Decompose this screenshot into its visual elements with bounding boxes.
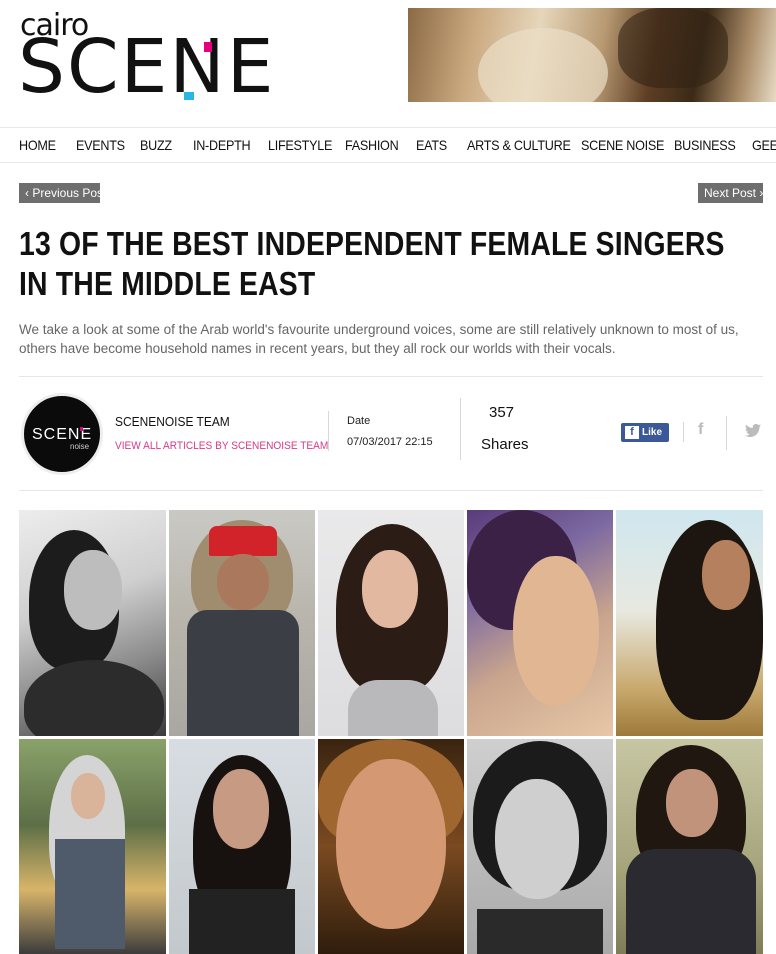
logo-pink-accent xyxy=(204,42,212,52)
previous-post-label: Previous Post xyxy=(32,186,107,200)
singer-photo xyxy=(169,510,315,736)
next-post-button[interactable]: Next Post › xyxy=(698,183,763,203)
photo-shape xyxy=(336,759,446,929)
nav-item-events[interactable]: EVENTS xyxy=(76,137,125,153)
nav-item-home[interactable]: HOME xyxy=(19,137,56,153)
nav-item-arts-culture[interactable]: ARTS & CULTURE xyxy=(467,137,571,153)
article-title: 13 OF THE BEST INDEPENDENT FEMALE SINGER… xyxy=(19,224,759,304)
nav-item-lifestyle[interactable]: LIFESTYLE xyxy=(268,137,332,153)
singer-photo xyxy=(616,510,763,736)
divider xyxy=(726,416,727,450)
photo-shape xyxy=(55,839,125,949)
photo-shape xyxy=(477,909,603,954)
author-avatar[interactable]: SCENE noise xyxy=(21,393,103,475)
photo-shape xyxy=(702,540,750,610)
photo-shape xyxy=(64,550,122,630)
nav-item-fashion[interactable]: FASHION xyxy=(345,137,399,153)
nav-item-eats[interactable]: EATS xyxy=(416,137,447,153)
photo-shape xyxy=(189,889,295,954)
divider xyxy=(460,398,461,460)
singer-photo xyxy=(467,510,613,736)
banner-shape xyxy=(478,28,608,102)
photo-shape xyxy=(217,554,269,610)
logo-scene-text: SCENE xyxy=(18,24,276,110)
divider xyxy=(19,376,763,377)
singer-photo xyxy=(19,510,166,736)
singer-photo xyxy=(19,739,166,954)
photo-shape xyxy=(213,769,269,849)
like-label: Like xyxy=(642,427,663,438)
photo-shape xyxy=(362,550,418,628)
view-all-articles-link[interactable]: VIEW ALL ARTICLES BY SCENENOISE TEAM xyxy=(115,440,328,452)
singer-photo xyxy=(616,739,763,954)
share-count: 357 xyxy=(489,404,515,421)
previous-post-button[interactable]: ‹ Previous Post xyxy=(19,183,106,203)
singer-photo xyxy=(318,510,464,736)
singers-photo-collage[interactable] xyxy=(19,510,763,954)
photo-shape xyxy=(209,526,277,556)
date-label: Date xyxy=(347,415,371,427)
date-value: 07/03/2017 22:15 xyxy=(347,436,433,448)
avatar-pink-accent xyxy=(80,427,83,431)
photo-shape xyxy=(71,773,105,819)
nav-item-business[interactable]: BUSINESS xyxy=(674,137,736,153)
twitter-share-icon[interactable] xyxy=(745,423,761,442)
twitter-icon xyxy=(745,423,761,438)
next-post-label: Next Post xyxy=(704,186,757,200)
facebook-like-button[interactable]: f Like xyxy=(621,423,669,442)
photo-shape xyxy=(348,680,438,736)
nav-item-buzz[interactable]: BUZZ xyxy=(140,137,172,153)
photo-shape xyxy=(666,769,718,837)
article-title-text: 13 OF THE BEST INDEPENDENT FEMALE SINGER… xyxy=(19,225,725,302)
main-nav: HOME EVENTS BUZZ IN-DEPTH LIFESTYLE FASH… xyxy=(0,127,776,163)
photo-shape xyxy=(513,556,599,706)
author-name[interactable]: SCENENOISE TEAM xyxy=(115,414,230,429)
share-label: Shares xyxy=(481,436,529,453)
singer-photo xyxy=(467,739,613,954)
site-header: cairo SCENE xyxy=(0,0,776,110)
singer-photo xyxy=(318,739,464,954)
nav-item-scene-noise[interactable]: SCENE NOISE xyxy=(581,137,664,153)
nav-item-in-depth[interactable]: IN-DEPTH xyxy=(193,137,251,153)
facebook-icon: f xyxy=(625,426,639,439)
photo-shape xyxy=(24,660,164,736)
divider xyxy=(19,490,763,491)
photo-shape xyxy=(626,849,756,954)
divider xyxy=(328,411,329,451)
chevron-right-icon: › xyxy=(756,186,764,200)
nav-item-geek[interactable]: GEEK xyxy=(752,137,776,153)
facebook-share-icon[interactable]: f xyxy=(698,421,703,439)
photo-shape xyxy=(187,610,299,736)
site-logo[interactable]: cairo SCENE xyxy=(18,8,274,108)
photo-shape xyxy=(495,779,579,899)
avatar-subtext: noise xyxy=(70,442,90,451)
header-banner-ad[interactable] xyxy=(408,8,776,102)
singer-photo xyxy=(169,739,315,954)
logo-cyan-accent xyxy=(184,92,194,100)
article-lede: We take a look at some of the Arab world… xyxy=(19,322,739,356)
banner-shape xyxy=(618,8,728,88)
divider xyxy=(683,422,684,442)
